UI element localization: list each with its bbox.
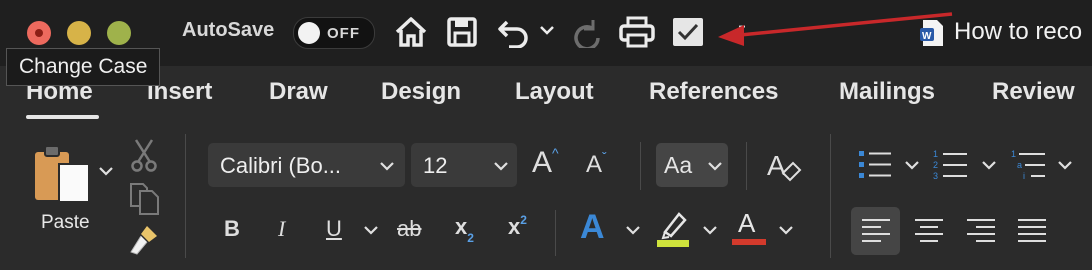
paste-label: Paste [41, 212, 90, 233]
change-case-button[interactable]: Aa [656, 143, 728, 187]
text-effects-button[interactable]: A [580, 208, 605, 247]
undo-icon[interactable] [497, 16, 531, 48]
svg-text:2: 2 [933, 160, 938, 170]
group-separator [555, 210, 556, 256]
bold-button[interactable]: B [224, 216, 240, 242]
multilevel-dropdown-icon[interactable] [1058, 160, 1072, 170]
font-size-dropdown[interactable]: 12 [411, 143, 517, 187]
autosave-state: OFF [327, 25, 360, 42]
toggle-knob [298, 22, 320, 44]
justify-icon[interactable] [1017, 218, 1047, 244]
group-separator [640, 142, 641, 190]
print-icon[interactable] [619, 16, 655, 48]
caret-down-icon: ˇ [602, 149, 607, 165]
caret-up-icon: ^ [552, 145, 559, 161]
title-bar: AutoSave OFF - W How to reco [0, 0, 1092, 66]
paste-dropdown-icon[interactable] [99, 166, 113, 176]
underline-dropdown-icon[interactable] [364, 225, 378, 235]
shrink-font-button[interactable]: Aˇ [586, 149, 607, 179]
superscript-index: 2 [520, 213, 527, 227]
clear-formatting-icon[interactable]: A [765, 147, 803, 183]
format-painter-icon[interactable] [127, 224, 161, 256]
subscript-base: x [455, 214, 468, 239]
align-right-icon[interactable] [966, 218, 996, 244]
svg-text:W: W [922, 31, 932, 42]
ribbon-tabs: Home Insert Draw Design Layout Reference… [0, 66, 1092, 122]
copy-icon[interactable] [129, 182, 161, 216]
bullets-dropdown-icon[interactable] [905, 160, 919, 170]
highlighter-icon[interactable] [655, 210, 693, 248]
svg-text:1: 1 [933, 149, 938, 159]
text-effects-dropdown-icon[interactable] [626, 225, 640, 235]
italic-button[interactable]: I [278, 216, 285, 242]
font-color-label: A [738, 208, 756, 238]
superscript-base: x [508, 214, 521, 239]
font-color-dropdown-icon[interactable] [779, 225, 793, 235]
svg-text:i: i [1023, 171, 1025, 181]
tab-draw[interactable]: Draw [269, 78, 328, 106]
paste-icon[interactable] [33, 142, 95, 206]
change-case-tooltip: Change Case [6, 48, 161, 86]
subscript-index: 2 [467, 231, 474, 245]
selected-tab-indicator [26, 115, 99, 119]
document-title: How to reco [954, 18, 1083, 45]
align-left-icon [862, 219, 890, 242]
minimize-window-button[interactable] [67, 21, 91, 45]
group-separator [830, 134, 831, 258]
tab-references[interactable]: References [649, 78, 778, 106]
change-case-label: Aa [664, 152, 693, 178]
svg-text:1: 1 [1011, 149, 1016, 159]
subscript-button[interactable]: x2 [455, 214, 474, 245]
svg-text:a: a [1017, 160, 1022, 170]
grow-font-label: A [532, 146, 553, 179]
tab-mailings[interactable]: Mailings [839, 78, 935, 106]
tab-design[interactable]: Design [381, 78, 461, 106]
font-name-value: Calibri (Bo... [220, 153, 342, 178]
numbering-dropdown-icon[interactable] [982, 160, 996, 170]
numbering-icon[interactable]: 1 2 3 [931, 147, 969, 183]
align-left-button[interactable] [851, 207, 900, 255]
svg-text:A: A [767, 150, 786, 181]
scissors-icon[interactable] [131, 138, 157, 172]
shrink-font-label: A [586, 151, 603, 178]
undo-dropdown-icon[interactable] [539, 25, 555, 37]
bullets-icon[interactable] [857, 148, 893, 182]
superscript-button[interactable]: x2 [508, 213, 527, 240]
chevron-down-icon [494, 162, 508, 171]
close-window-button[interactable] [27, 21, 51, 45]
tab-layout[interactable]: Layout [515, 78, 594, 106]
chevron-down-icon [708, 162, 722, 171]
highlight-dropdown-icon[interactable] [703, 225, 717, 235]
save-icon[interactable] [446, 16, 478, 48]
align-center-icon[interactable] [914, 218, 944, 244]
multilevel-list-icon[interactable]: 1 a i [1009, 147, 1047, 183]
maximize-window-button[interactable] [107, 21, 131, 45]
grow-font-button[interactable]: A^ [532, 145, 559, 180]
chevron-down-icon [380, 162, 394, 171]
svg-text:3: 3 [933, 171, 938, 181]
strikethrough-button[interactable]: ab [397, 216, 421, 242]
group-separator [185, 134, 186, 258]
home-icon[interactable] [394, 16, 428, 48]
font-size-value: 12 [423, 153, 448, 178]
tab-review[interactable]: Review [992, 78, 1075, 106]
font-name-dropdown[interactable]: Calibri (Bo... [208, 143, 405, 187]
font-color-swatch [732, 239, 766, 245]
word-document-icon: W [920, 20, 943, 46]
font-color-button[interactable]: A [732, 206, 768, 246]
underline-button[interactable]: U [326, 216, 342, 242]
group-separator [746, 142, 747, 190]
autosave-toggle[interactable]: OFF [293, 17, 375, 49]
autosave-label: AutoSave [182, 19, 275, 41]
redo-icon[interactable] [571, 16, 603, 48]
